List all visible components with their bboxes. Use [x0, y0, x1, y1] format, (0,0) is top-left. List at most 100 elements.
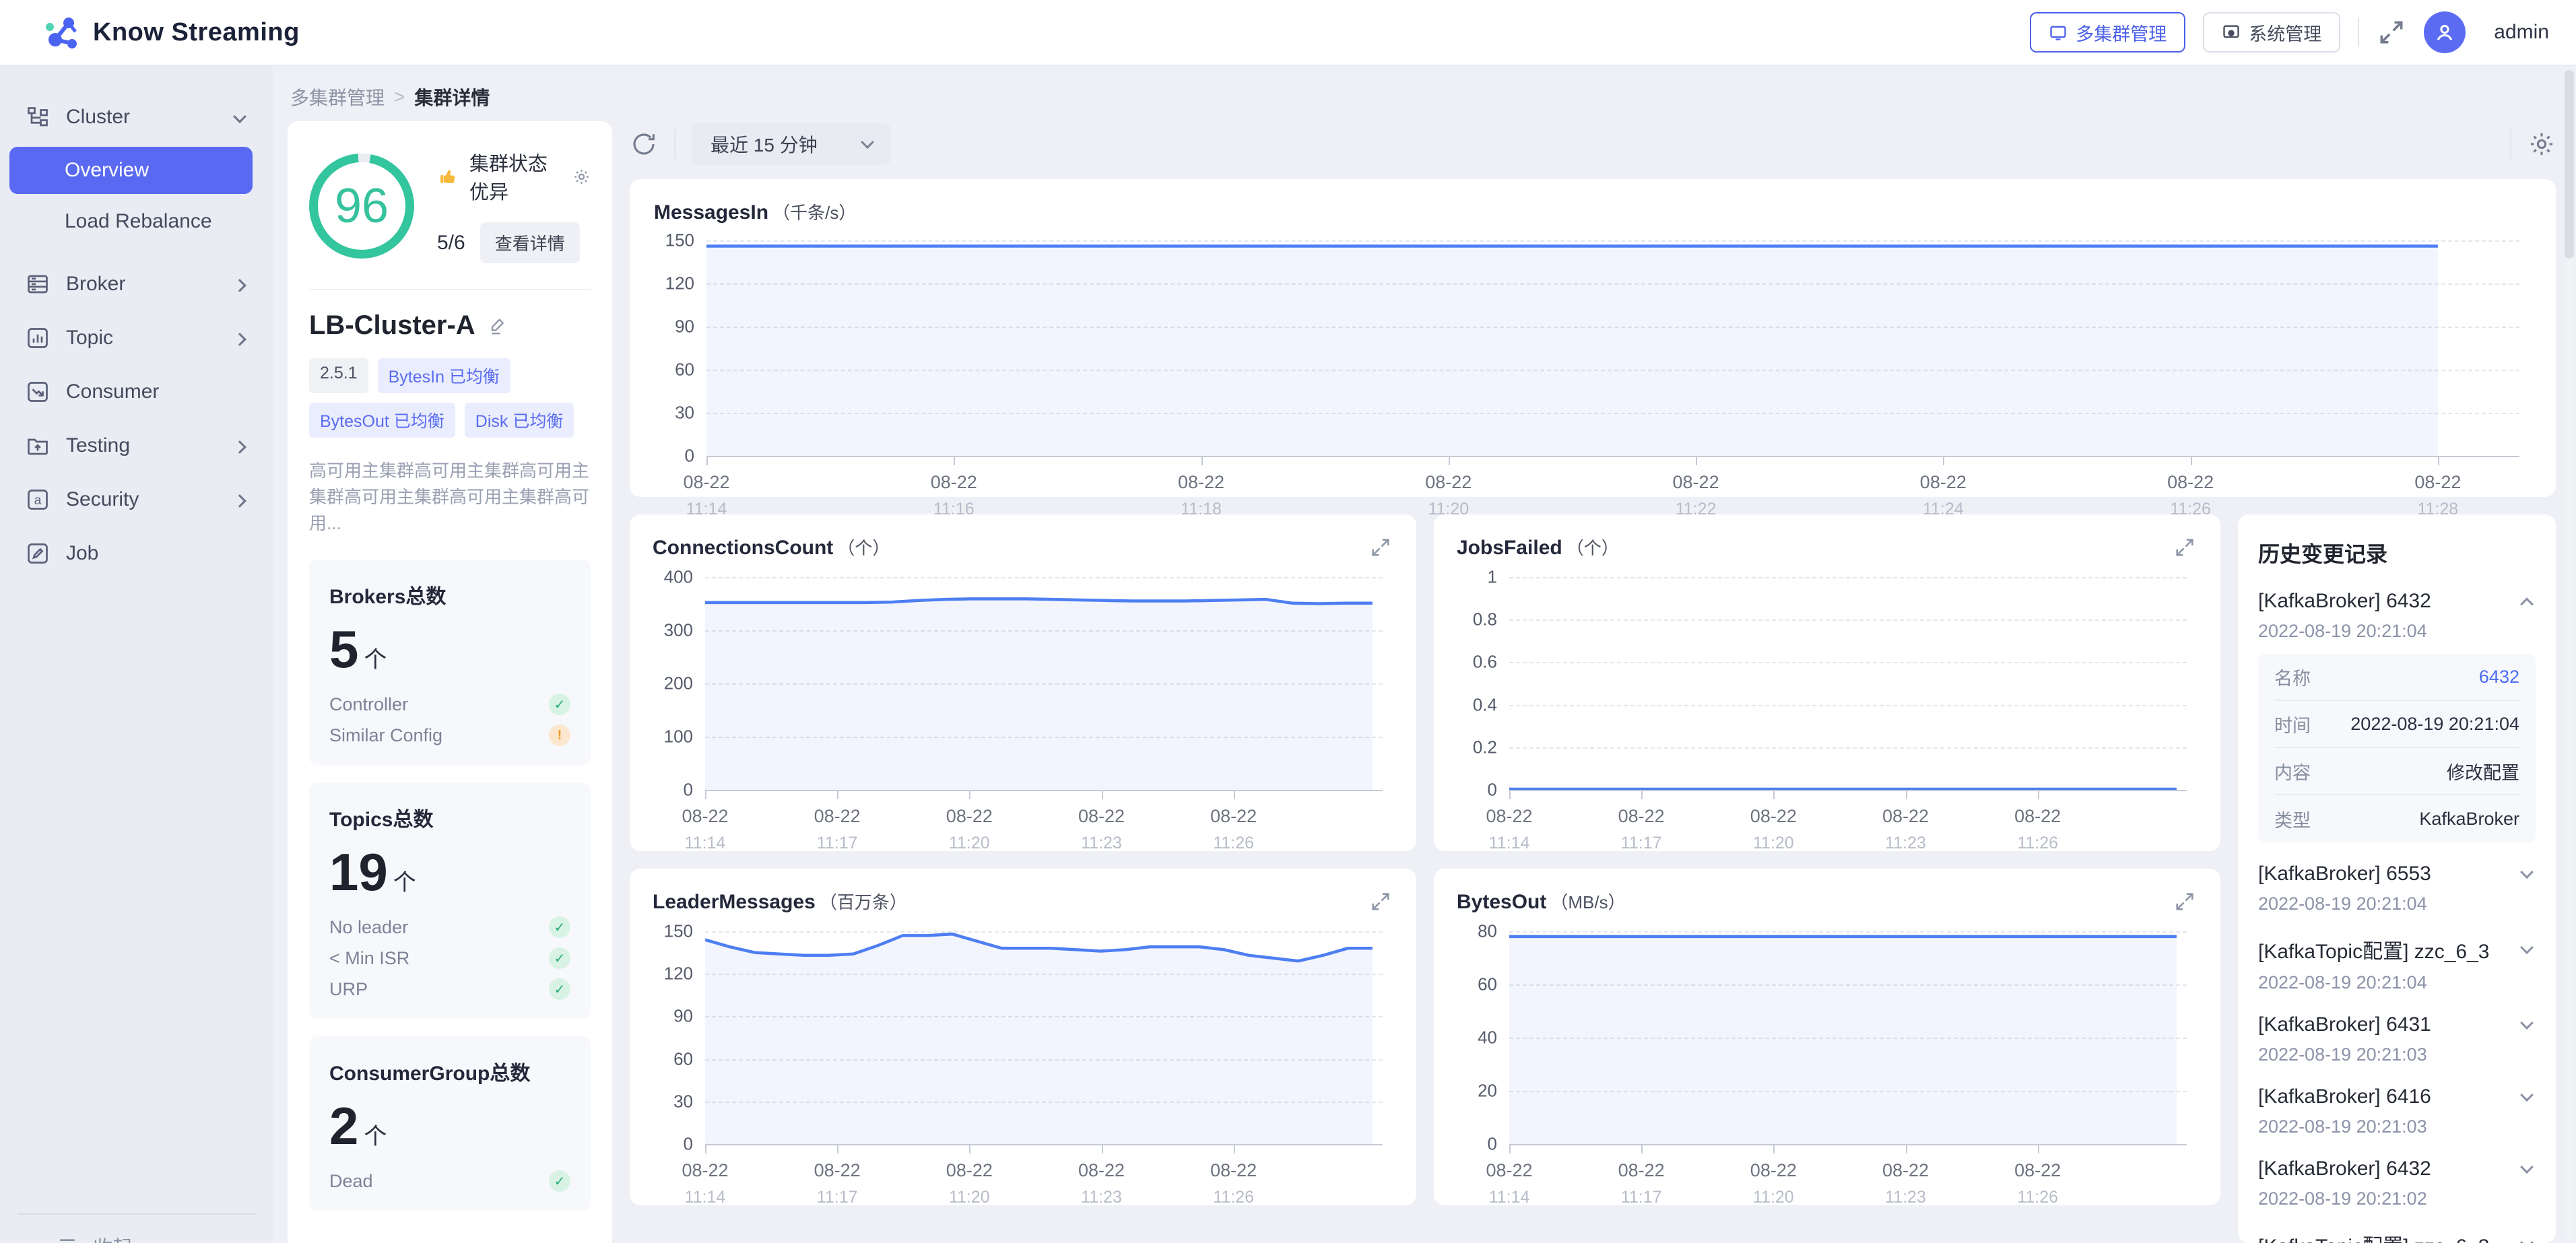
edit-icon[interactable]	[488, 316, 508, 336]
history-entry-toggle[interactable]: [KafkaBroker] 6431	[2258, 1013, 2536, 1036]
divider	[309, 289, 591, 290]
x-tick-mark	[706, 456, 708, 465]
disk-balanced-tag: Disk 已均衡	[465, 403, 574, 438]
bytesout-balanced-tag: BytesOut 已均衡	[309, 403, 455, 438]
chart-series	[1509, 931, 2187, 1144]
page-scrollbar[interactable]	[2565, 70, 2574, 1239]
stat-row-label: URP	[329, 979, 368, 1000]
system-manage-icon	[2222, 23, 2241, 42]
scrollbar-thumb[interactable]	[2565, 70, 2574, 259]
username[interactable]: admin	[2494, 21, 2549, 44]
breadcrumb-multi-cluster[interactable]: 多集群管理	[290, 83, 385, 110]
chevron-down-icon	[2520, 1236, 2534, 1243]
history-entry-title: [KafkaBroker] 6431	[2258, 1013, 2431, 1036]
sidebar-item-job[interactable]: Job	[0, 527, 273, 580]
sidebar-item-topic[interactable]: Topic	[0, 311, 273, 365]
history-entry-title: [KafkaBroker] 6553	[2258, 863, 2431, 885]
expand-icon[interactable]	[1369, 536, 1392, 559]
cluster-manage-icon	[2049, 23, 2068, 42]
history-entry-toggle[interactable]: [KafkaBroker] 6416	[2258, 1085, 2536, 1108]
sidebar-item-overview[interactable]: Overview	[9, 147, 253, 194]
connections-count-chart-card: ConnectionsCount （个） 400300200100008-221…	[630, 514, 1416, 851]
detail-value-link[interactable]: 6432	[2479, 667, 2519, 687]
history-entry-toggle[interactable]: [KafkaTopic配置] zzc_6_3	[2258, 935, 2536, 964]
check-circle-icon: ✓	[549, 694, 570, 715]
toolbar-divider	[2510, 129, 2511, 159]
testing-icon	[26, 434, 50, 458]
expand-icon[interactable]	[1369, 890, 1392, 913]
y-tick-label: 0	[1447, 1134, 1497, 1155]
history-entry-time: 2022-08-19 20:21:03	[2258, 1044, 2536, 1065]
stat-row-label: Dead	[329, 1171, 373, 1192]
stat-title: Brokers总数	[329, 580, 570, 609]
cluster-tags: 2.5.1 BytesIn 已均衡 BytesOut 已均衡 Disk 已均衡	[309, 358, 591, 438]
history-panel: 历史变更记录 [KafkaBroker] 64322022-08-19 20:2…	[2238, 514, 2556, 1243]
chevron-up-icon	[2520, 597, 2534, 611]
sidebar-item-cluster[interactable]: Cluster	[0, 90, 273, 144]
detail-row: 名称 6432	[2274, 654, 2519, 701]
stat-row-label: No leader	[329, 917, 408, 938]
sidebar-item-load-rebalance[interactable]: Load Rebalance	[0, 197, 273, 246]
stat-row-label: Controller	[329, 694, 408, 715]
header-divider	[2358, 18, 2359, 47]
refresh-icon[interactable]	[630, 130, 658, 158]
sidebar-item-broker[interactable]: Broker	[0, 257, 273, 311]
sidebar-item-security[interactable]: a Security	[0, 473, 273, 527]
history-list: [KafkaBroker] 6432 2022-08-19 20:21:04 名称 6…	[2258, 590, 2536, 1243]
x-tick-label: 08-2211:26	[2014, 806, 2061, 853]
history-entry-toggle[interactable]: [KafkaBroker] 6432	[2258, 590, 2536, 613]
health-settings-gear-icon[interactable]	[572, 168, 591, 186]
chart-series	[705, 577, 1383, 790]
chart-title: JobsFailed	[1457, 537, 1562, 560]
breadcrumb-current: 集群详情	[414, 83, 490, 110]
expand-icon[interactable]	[2173, 890, 2196, 913]
chart-series	[705, 931, 1383, 1144]
system-manage-button[interactable]: 系统管理	[2203, 12, 2340, 53]
x-tick-label: 08-2211:17	[1618, 1160, 1665, 1207]
history-entry-title: [KafkaTopic配置] zzc_6_3	[2258, 1230, 2490, 1243]
stat-row: URP ✓	[329, 978, 570, 1000]
x-tick-mark	[1234, 1144, 1235, 1153]
y-tick-label: 100	[643, 727, 693, 747]
consumer-icon	[26, 380, 50, 404]
chevron-right-icon	[235, 488, 244, 511]
svg-text:a: a	[34, 493, 42, 508]
x-tick-mark	[969, 1144, 970, 1153]
sidebar-collapse-button[interactable]: 收起	[18, 1213, 255, 1243]
sidebar-item-consumer[interactable]: Consumer	[0, 365, 273, 419]
y-tick-label: 0	[1447, 780, 1497, 801]
history-entry-toggle[interactable]: [KafkaBroker] 6553	[2258, 863, 2536, 885]
history-entry-toggle[interactable]: [KafkaBroker] 6432	[2258, 1157, 2536, 1180]
cluster-icon	[26, 105, 50, 129]
history-entry-toggle[interactable]: [KafkaTopic配置] zzc_6_3	[2258, 1230, 2536, 1243]
health-score: 96	[309, 154, 414, 259]
sidebar: Cluster Overview Load Rebalance Broker	[0, 66, 273, 1243]
charts-toolbar: 最近 15 分钟	[630, 123, 2556, 166]
detail-label: 名称	[2274, 664, 2311, 690]
leader-messages-chart-card: LeaderMessages （百万条） 150120906030008-221…	[630, 869, 1416, 1205]
x-tick-label: 08-2211:17	[1618, 806, 1665, 853]
chevron-down-icon	[2520, 941, 2534, 954]
chart-settings-gear-icon[interactable]	[2528, 130, 2556, 158]
sidebar-item-testing[interactable]: Testing	[0, 419, 273, 473]
time-range-select[interactable]: 最近 15 分钟	[692, 123, 891, 165]
x-tick-label: 08-2211:20	[1750, 806, 1797, 853]
topics-stat-card: Topics总数 19 个 No leader✓< Min ISR✓URP✓	[309, 782, 591, 1019]
fullscreen-icon[interactable]	[2377, 18, 2406, 47]
multi-cluster-button[interactable]: 多集群管理	[2030, 12, 2185, 53]
avatar[interactable]	[2424, 11, 2466, 53]
detail-value: 2022-08-19 20:21:04	[2350, 714, 2519, 735]
toolbar-divider	[674, 129, 675, 159]
x-tick-label: 08-2211:14	[1486, 1160, 1532, 1207]
y-tick-label: 30	[645, 403, 694, 424]
check-circle-icon: ✓	[549, 978, 570, 1000]
x-tick-label: 08-2211:26	[2014, 1160, 2061, 1207]
x-tick-label: 08-2211:20	[946, 1160, 993, 1207]
stat-row: No leader✓	[329, 916, 570, 938]
history-entry-time: 2022-08-19 20:21:02	[2258, 1188, 2536, 1209]
jobs-failed-chart-card: JobsFailed （个） 10.80.60.40.2008-2211:140…	[1434, 514, 2220, 851]
y-tick-label: 60	[645, 360, 694, 380]
detail-row: 类型KafkaBroker	[2274, 795, 2519, 842]
view-detail-button[interactable]: 查看详情	[480, 222, 580, 263]
expand-icon[interactable]	[2173, 536, 2196, 559]
